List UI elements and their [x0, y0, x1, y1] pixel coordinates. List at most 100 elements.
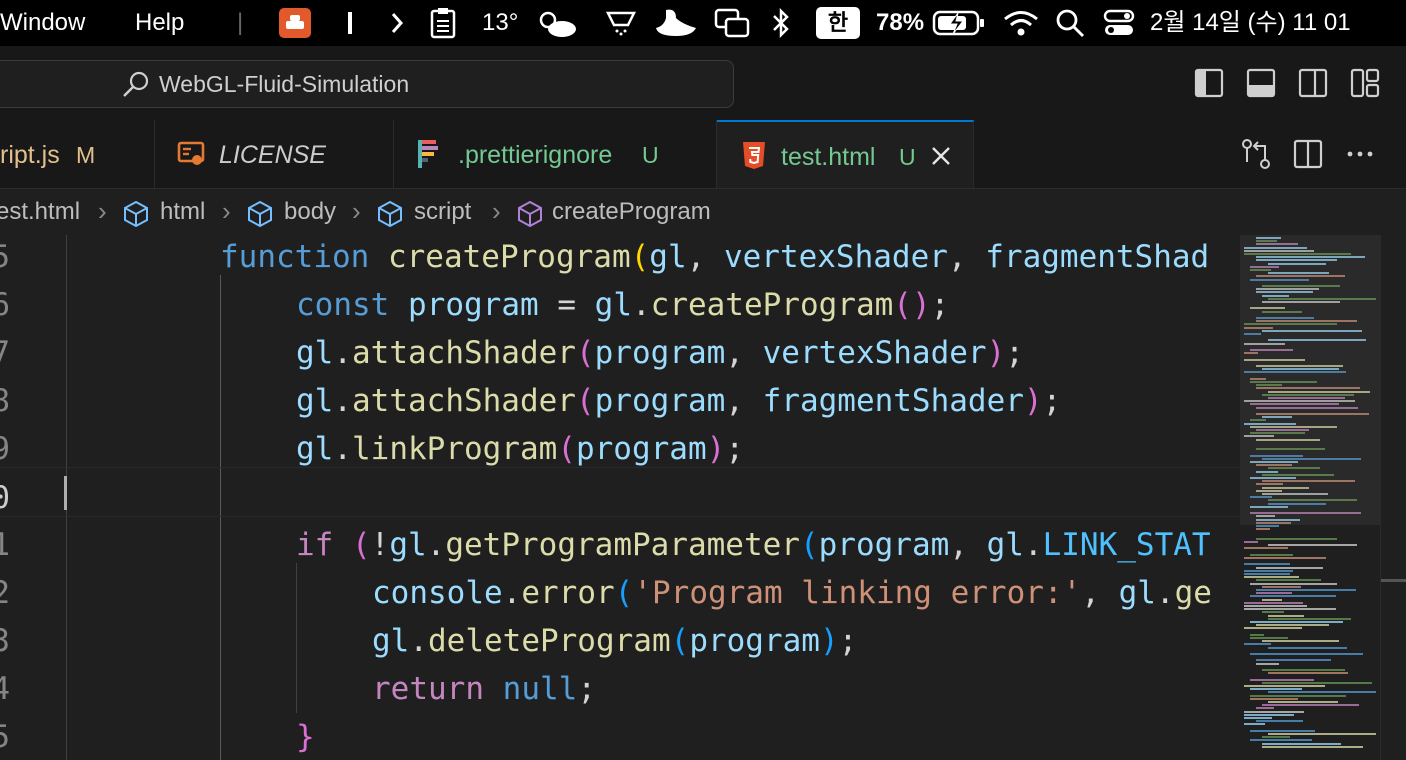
minimap-line — [1256, 566, 1323, 569]
minimap-line — [1262, 598, 1282, 601]
tab-license[interactable]: LICENSE — [155, 120, 394, 188]
menu-bar: Window Help | 13° 한 78% 2월 14일 (수) 11 01 — [0, 0, 1406, 46]
workspace-title: WebGL-Fluid-Simulation — [159, 71, 410, 97]
minimap-line — [1262, 681, 1372, 684]
shower-icon[interactable] — [604, 6, 638, 40]
tab-label: LICENSE — [219, 141, 326, 169]
line-number: 7 — [0, 335, 10, 371]
minimap-line — [1256, 525, 1279, 527]
breadcrumb-item[interactable]: html — [160, 198, 205, 226]
minimap-line — [1268, 544, 1357, 547]
minimap-line — [1244, 710, 1304, 713]
breadcrumb-item[interactable]: body — [284, 198, 336, 226]
tab-prettierignore[interactable]: .prettierignore U — [394, 120, 717, 188]
minimap-line — [1244, 643, 1271, 646]
minimap-line — [1262, 736, 1290, 739]
screen-mirror-icon[interactable] — [714, 6, 750, 40]
minimap-line — [1244, 723, 1265, 726]
toggle-panel-icon[interactable] — [1246, 68, 1276, 98]
text-cursor-icon[interactable] — [340, 6, 360, 40]
app-status-icon[interactable] — [278, 6, 312, 40]
code-line: 5 function createProgram(gl, vertexShade… — [0, 235, 1240, 283]
more-actions-icon[interactable] — [1344, 138, 1376, 170]
minimap-line — [1256, 662, 1279, 665]
menu-window[interactable]: Window — [0, 8, 85, 38]
goose-app-icon[interactable] — [652, 6, 700, 40]
minimap-viewport[interactable] — [1240, 235, 1380, 525]
toggle-primary-sidebar-icon[interactable] — [1194, 68, 1224, 98]
minimap-line — [1244, 605, 1307, 607]
minimap-line — [1250, 582, 1337, 585]
vertical-scrollbar[interactable] — [1380, 235, 1406, 760]
minimap-line — [1244, 547, 1288, 550]
search-icon — [123, 71, 149, 97]
line-number: 6 — [0, 287, 10, 323]
wifi-icon[interactable] — [1002, 6, 1040, 40]
breadcrumb-item[interactable]: script — [414, 198, 471, 226]
tab-test-html[interactable]: test.html U — [717, 120, 974, 188]
line-number: 9 — [0, 431, 10, 467]
bluetooth-icon[interactable] — [768, 6, 794, 40]
code-line: 2 console.error('Program linking error:'… — [0, 571, 1240, 619]
toggle-secondary-sidebar-icon[interactable] — [1298, 68, 1328, 98]
battery-charging-icon[interactable] — [932, 6, 986, 40]
tab-label: ript.js — [0, 141, 60, 169]
code-editor[interactable]: 5 function createProgram(gl, vertexShade… — [0, 235, 1240, 760]
clipboard-icon[interactable] — [426, 6, 460, 40]
element-cube-icon — [378, 200, 402, 228]
chevron-right-icon[interactable] — [386, 6, 408, 40]
minimap-line — [1244, 569, 1293, 572]
scrollbar-thumb[interactable] — [1381, 579, 1406, 582]
breadcrumb-separator: › — [492, 196, 501, 226]
code-line: 4 return null; — [0, 667, 1240, 715]
breadcrumb-separator: › — [98, 196, 107, 226]
weather-cloud-sun-icon[interactable] — [534, 6, 578, 40]
code-line: 7 gl.attachShader(program, vertexShader)… — [0, 331, 1240, 379]
menu-help[interactable]: Help — [135, 8, 184, 38]
minimap-line — [1262, 704, 1359, 707]
input-source-indicator[interactable]: 한 — [816, 6, 860, 40]
line-number: 5 — [0, 239, 10, 275]
tab-label: .prettierignore — [458, 141, 613, 169]
customize-layout-icon[interactable] — [1350, 68, 1380, 98]
minimap-line — [1244, 576, 1299, 579]
minimap-line — [1250, 553, 1293, 556]
minimap-line — [1250, 653, 1363, 655]
minimap-line — [1262, 742, 1341, 745]
battery-percent[interactable]: 78% — [876, 8, 924, 38]
element-cube-icon — [124, 200, 148, 228]
line-number: 0 — [0, 480, 10, 516]
minimap-line — [1244, 557, 1326, 559]
minimap-line — [1250, 621, 1343, 623]
minimap-line — [1244, 601, 1303, 604]
minimap-line — [1262, 611, 1284, 614]
minimap-line — [1250, 688, 1302, 691]
minimap-line — [1262, 640, 1339, 643]
minimap-line — [1250, 739, 1312, 742]
code-line: 8 gl.attachShader(program, fragmentShade… — [0, 379, 1240, 427]
minimap-line — [1250, 595, 1336, 598]
minimap-line — [1268, 614, 1304, 617]
weather-temperature[interactable]: 13° — [482, 8, 518, 38]
control-center-icon[interactable] — [1102, 6, 1136, 40]
split-editor-icon[interactable] — [1292, 138, 1324, 170]
breadcrumb-separator: › — [352, 196, 361, 226]
spotlight-search-icon[interactable] — [1054, 6, 1086, 40]
minimap-line — [1250, 678, 1314, 681]
title-bar: WebGL-Fluid-Simulation — [0, 46, 1406, 120]
minimap-line — [1256, 624, 1329, 627]
minimap-line — [1244, 717, 1272, 719]
breadcrumb-file[interactable]: est.html — [0, 198, 80, 226]
tab-script-js[interactable]: ript.js M — [0, 120, 155, 188]
current-line: 0 — [0, 467, 1240, 517]
command-center-search[interactable]: WebGL-Fluid-Simulation — [0, 60, 734, 108]
minimap-line — [1244, 541, 1258, 543]
line-number: 5 — [0, 719, 10, 755]
line-number: 8 — [0, 383, 10, 419]
breadcrumb-item[interactable]: createProgram — [552, 198, 711, 226]
menubar-clock[interactable]: 2월 14일 (수) 11 01 — [1150, 8, 1351, 38]
close-tab-icon[interactable] — [931, 146, 951, 166]
code-line: 5 } — [0, 715, 1240, 760]
minimap-line — [1250, 637, 1288, 639]
open-changes-icon[interactable] — [1240, 138, 1272, 170]
